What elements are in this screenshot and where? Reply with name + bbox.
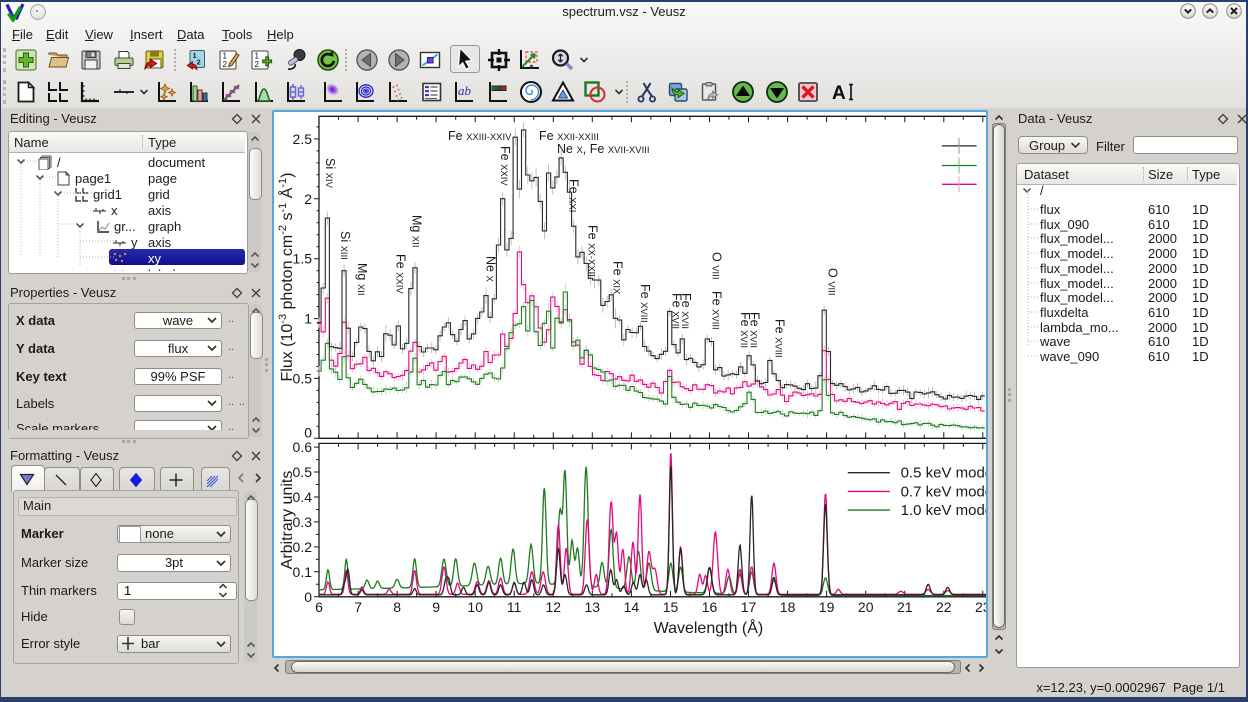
svg-text:10: 10 bbox=[467, 599, 483, 615]
svg-text:Fe XXII-XXIII: Fe XXII-XXIII bbox=[539, 129, 599, 143]
svg-text:O VIII: O VIII bbox=[825, 268, 839, 295]
svg-text:Fe XXIV: Fe XXIV bbox=[394, 254, 408, 294]
svg-text:Wavelength (Å): Wavelength (Å) bbox=[654, 618, 764, 637]
svg-text:7: 7 bbox=[354, 599, 362, 615]
svg-text:23: 23 bbox=[975, 599, 986, 615]
svg-text:1: 1 bbox=[304, 311, 312, 327]
svg-text:2: 2 bbox=[223, 60, 228, 69]
svg-text:Fe XVIII: Fe XVIII bbox=[638, 284, 652, 323]
svg-text:0: 0 bbox=[304, 589, 312, 605]
svg-text:14: 14 bbox=[624, 599, 640, 615]
svg-text:11: 11 bbox=[507, 599, 522, 615]
svg-text:Fe XXIV: Fe XXIV bbox=[498, 146, 512, 186]
svg-text:2: 2 bbox=[255, 60, 260, 69]
svg-text:Si XIV: Si XIV bbox=[323, 158, 337, 189]
svg-text:Mg XII: Mg XII bbox=[410, 215, 424, 247]
svg-text:16: 16 bbox=[702, 599, 718, 615]
svg-text:12: 12 bbox=[546, 599, 562, 615]
svg-text:Mg XII: Mg XII bbox=[355, 263, 369, 295]
svg-text:Fe XXI: Fe XXI bbox=[567, 179, 581, 212]
svg-text:8: 8 bbox=[393, 599, 401, 615]
svg-text:ab: ab bbox=[458, 83, 472, 98]
svg-text:0.7 keV model: 0.7 keV model bbox=[901, 483, 986, 500]
svg-text:Fe XIX: Fe XIX bbox=[611, 261, 625, 295]
svg-text:A: A bbox=[832, 83, 846, 104]
svg-text:18: 18 bbox=[780, 599, 796, 615]
svg-text:Ne X, Fe XVII-XVIII: Ne X, Fe XVII-XVIII bbox=[557, 142, 650, 156]
svg-text:9: 9 bbox=[432, 599, 440, 615]
svg-text:2: 2 bbox=[304, 191, 312, 207]
svg-text:Fe XXIII-XXIV: Fe XXIII-XXIV bbox=[448, 129, 512, 143]
svg-text:21: 21 bbox=[897, 599, 913, 615]
svg-text:Si XIII: Si XIII bbox=[338, 231, 352, 260]
svg-text:O VIII: O VIII bbox=[710, 252, 724, 279]
svg-text:Flux (10-3 photon cm-2 s-1 Å-1: Flux (10-3 photon cm-2 s-1 Å-1) bbox=[277, 173, 296, 382]
svg-text:1.0 keV model: 1.0 keV model bbox=[901, 502, 986, 519]
svg-text:2: 2 bbox=[197, 58, 201, 67]
svg-text:22: 22 bbox=[936, 599, 952, 615]
svg-text:Fe XVIII: Fe XVIII bbox=[710, 291, 724, 330]
svg-text:Fe XVII: Fe XVII bbox=[679, 293, 693, 329]
svg-text:Fe XVIII: Fe XVIII bbox=[772, 319, 786, 358]
svg-text:0: 0 bbox=[304, 424, 312, 440]
svg-text:15: 15 bbox=[663, 599, 679, 615]
svg-text:Fe XX-XXII: Fe XX-XXII bbox=[586, 225, 600, 277]
svg-text:17: 17 bbox=[741, 599, 757, 615]
svg-text:6: 6 bbox=[315, 599, 323, 615]
svg-text:Fe XVII: Fe XVII bbox=[748, 312, 762, 348]
svg-text:20: 20 bbox=[858, 599, 874, 615]
svg-text:Arbitrary units: Arbitrary units bbox=[279, 471, 296, 570]
svg-text:0.6: 0.6 bbox=[293, 439, 313, 455]
svg-text:2.5: 2.5 bbox=[293, 131, 313, 147]
svg-text:0.5 keV model: 0.5 keV model bbox=[901, 465, 986, 482]
svg-text:19: 19 bbox=[819, 599, 835, 615]
svg-text:13: 13 bbox=[585, 599, 601, 615]
svg-text:Ne X: Ne X bbox=[483, 256, 497, 282]
